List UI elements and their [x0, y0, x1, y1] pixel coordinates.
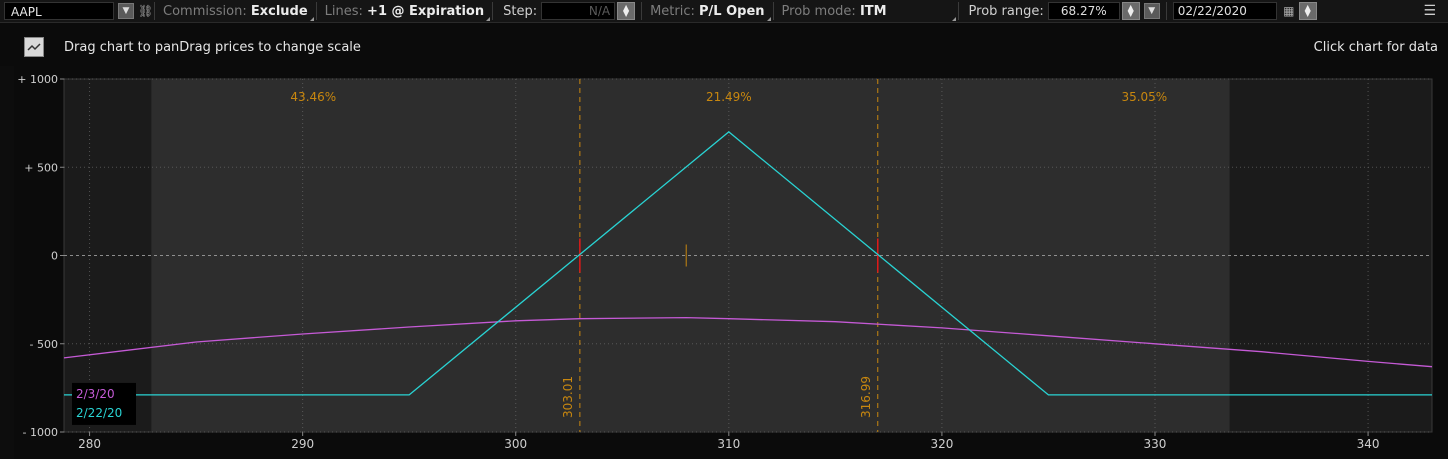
- date-input[interactable]: 02/22/2020: [1172, 2, 1277, 20]
- chart-settings-icon[interactable]: [24, 37, 44, 57]
- x-tick-label: 300: [504, 437, 527, 451]
- prob-range-input[interactable]: 68.27%: [1047, 2, 1120, 20]
- prob-mode-value: ITM: [859, 3, 887, 19]
- corner-arrow-icon: [486, 16, 491, 21]
- metric-label: Metric:: [650, 3, 695, 19]
- calendar-icon[interactable]: ▦: [1281, 3, 1297, 19]
- probability-label: 21.49%: [706, 90, 752, 104]
- date-spinner[interactable]: ▲ ▼: [1298, 2, 1317, 20]
- commission-value: Exclude: [250, 3, 308, 19]
- chart-layer: 280 290 300 310 320 330 340 + 1000 + 500 0 - 500 - …: [17, 73, 1433, 451]
- x-tick-label: 280: [78, 437, 101, 451]
- lines-selector[interactable]: Lines: +1 @ Expiration: [323, 3, 491, 21]
- symbol-dropdown-button[interactable]: ▼: [118, 3, 134, 19]
- risk-profile-chart[interactable]: 280 290 300 310 320 330 340 + 1000 + 500 0 - 500 - …: [0, 66, 1448, 459]
- prob-mode-label: Prob mode:: [781, 3, 856, 19]
- menu-icon[interactable]: ☰: [1423, 3, 1436, 19]
- y-tick-label: 0: [51, 250, 58, 263]
- separator: [154, 2, 155, 20]
- breakeven-label: 316.99: [859, 376, 873, 418]
- y-tick-label: + 500: [24, 161, 58, 174]
- legend-entry: 2/22/20: [76, 406, 122, 420]
- separator: [957, 2, 959, 20]
- prob-range-label: Prob range:: [968, 3, 1044, 19]
- x-tick-label: 320: [930, 437, 953, 451]
- pan-instructions: Drag chart to panDrag prices to change s…: [64, 40, 361, 55]
- separator: [772, 2, 774, 20]
- click-instructions: Click chart for data: [1313, 40, 1438, 55]
- metric-value: P/L Open: [699, 3, 765, 19]
- separator: [641, 2, 643, 20]
- prob-mode-selector[interactable]: Prob mode: ITM: [780, 3, 956, 21]
- corner-arrow-icon: [766, 16, 771, 21]
- step-input[interactable]: N/A: [541, 2, 616, 20]
- y-tick-label: - 500: [30, 338, 58, 351]
- metric-selector[interactable]: Metric: P/L Open: [648, 3, 771, 21]
- prob-range-spinner[interactable]: ▲ ▼: [1121, 2, 1140, 20]
- link-icon[interactable]: ⛓: [138, 3, 153, 19]
- x-tick-label: 310: [717, 437, 740, 451]
- x-tick-label: 340: [1357, 437, 1380, 451]
- separator: [315, 2, 317, 20]
- breakeven-label: 303.01: [561, 376, 575, 418]
- step-label: Step:: [503, 3, 538, 19]
- corner-arrow-icon: [309, 16, 314, 21]
- y-tick-label: - 1000: [23, 426, 58, 439]
- lines-value: +1 @ Expiration: [367, 3, 485, 19]
- step-spinner[interactable]: ▲ ▼: [617, 2, 636, 20]
- legend-entry: 2/3/20: [76, 387, 115, 401]
- x-tick-label: 330: [1144, 437, 1167, 451]
- toolbar: AAPL ▼ ⛓ Commission: Exclude Lines: +1 @…: [0, 0, 1448, 23]
- prob-range-dropdown-button[interactable]: ▼: [1143, 3, 1160, 19]
- commission-label: Commission:: [163, 3, 247, 19]
- probability-label: 35.05%: [1121, 90, 1167, 104]
- separator: [1165, 2, 1167, 20]
- symbol-input[interactable]: AAPL: [4, 2, 114, 20]
- lines-label: Lines:: [324, 3, 363, 19]
- info-bar: Drag chart to panDrag prices to change s…: [0, 33, 1448, 63]
- corner-arrow-icon: [951, 16, 956, 21]
- separator: [492, 2, 494, 20]
- probability-label: 43.46%: [290, 90, 336, 104]
- x-tick-label: 290: [291, 437, 314, 451]
- commission-selector[interactable]: Commission: Exclude: [161, 3, 314, 21]
- y-tick-label: + 1000: [17, 73, 58, 86]
